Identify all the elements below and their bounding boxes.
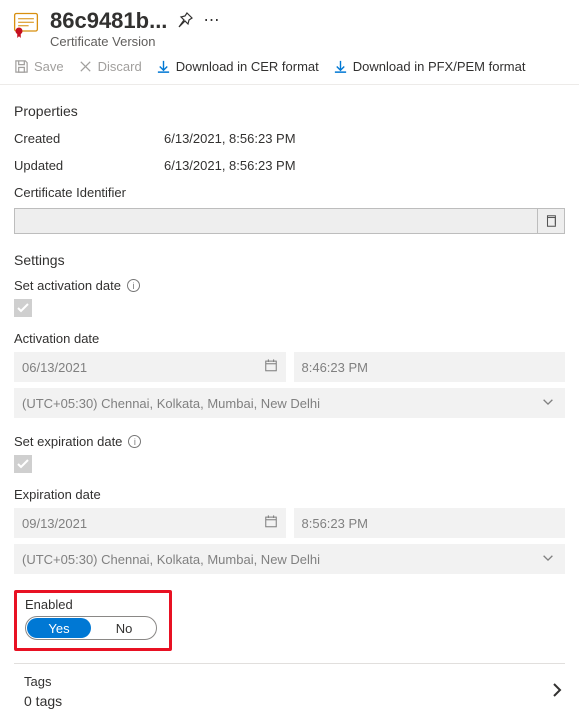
created-value: 6/13/2021, 8:56:23 PM — [164, 131, 296, 146]
activation-date-label: Activation date — [14, 331, 99, 346]
expiration-date-label: Expiration date — [14, 487, 101, 502]
download-cer-button[interactable]: Download in CER format — [156, 59, 319, 74]
expiration-time-value: 8:56:23 PM — [302, 516, 369, 531]
download-pfx-label: Download in PFX/PEM format — [353, 59, 526, 74]
activation-time-value: 8:46:23 PM — [302, 360, 369, 375]
chevron-right-icon — [549, 682, 565, 701]
expiration-date-value: 09/13/2021 — [22, 516, 87, 531]
toolbar: Save Discard Download in CER format Down… — [0, 49, 579, 85]
set-expiration-label: Set expiration date — [14, 434, 122, 449]
enabled-no[interactable]: No — [92, 617, 156, 639]
cert-identifier-input[interactable] — [14, 208, 537, 234]
activation-date-value: 06/13/2021 — [22, 360, 87, 375]
download-pfx-button[interactable]: Download in PFX/PEM format — [333, 59, 526, 74]
settings-heading: Settings — [14, 252, 565, 268]
certificate-icon — [12, 10, 40, 38]
expiration-date-input[interactable]: 09/13/2021 — [14, 508, 286, 538]
pin-icon[interactable] — [177, 12, 193, 31]
activation-checkbox[interactable] — [14, 299, 32, 317]
save-button: Save — [14, 59, 64, 74]
calendar-icon — [264, 359, 278, 376]
discard-button: Discard — [78, 59, 142, 74]
info-icon[interactable]: i — [127, 279, 140, 292]
save-label: Save — [34, 59, 64, 74]
expiration-timezone-select[interactable]: (UTC+05:30) Chennai, Kolkata, Mumbai, Ne… — [14, 544, 565, 574]
activation-date-input[interactable]: 06/13/2021 — [14, 352, 286, 382]
created-label: Created — [14, 131, 164, 146]
download-cer-label: Download in CER format — [176, 59, 319, 74]
activation-timezone-select[interactable]: (UTC+05:30) Chennai, Kolkata, Mumbai, Ne… — [14, 388, 565, 418]
tags-count: 0 tags — [24, 693, 62, 709]
set-activation-label: Set activation date — [14, 278, 121, 293]
properties-heading: Properties — [14, 103, 565, 119]
copy-button[interactable] — [537, 208, 565, 234]
activation-time-input[interactable]: 8:46:23 PM — [294, 352, 566, 382]
expiration-checkbox[interactable] — [14, 455, 32, 473]
enabled-highlight: Enabled Yes No — [14, 590, 172, 651]
enabled-yes[interactable]: Yes — [27, 618, 91, 638]
tags-label: Tags — [24, 674, 62, 689]
updated-value: 6/13/2021, 8:56:23 PM — [164, 158, 296, 173]
cert-identifier-label: Certificate Identifier — [14, 185, 565, 200]
enabled-label: Enabled — [25, 597, 161, 612]
page-title: 86c9481b... — [50, 8, 167, 34]
tags-row[interactable]: Tags 0 tags — [14, 664, 565, 713]
chevron-down-icon — [541, 395, 555, 412]
updated-label: Updated — [14, 158, 164, 173]
info-icon[interactable]: i — [128, 435, 141, 448]
enabled-toggle[interactable]: Yes No — [25, 616, 157, 640]
page-subtitle: Certificate Version — [50, 34, 220, 49]
discard-label: Discard — [98, 59, 142, 74]
more-icon[interactable]: ⋯ — [203, 13, 220, 29]
activation-timezone-value: (UTC+05:30) Chennai, Kolkata, Mumbai, Ne… — [22, 396, 320, 411]
expiration-time-input[interactable]: 8:56:23 PM — [294, 508, 566, 538]
chevron-down-icon — [541, 551, 555, 568]
expiration-timezone-value: (UTC+05:30) Chennai, Kolkata, Mumbai, Ne… — [22, 552, 320, 567]
calendar-icon — [264, 515, 278, 532]
